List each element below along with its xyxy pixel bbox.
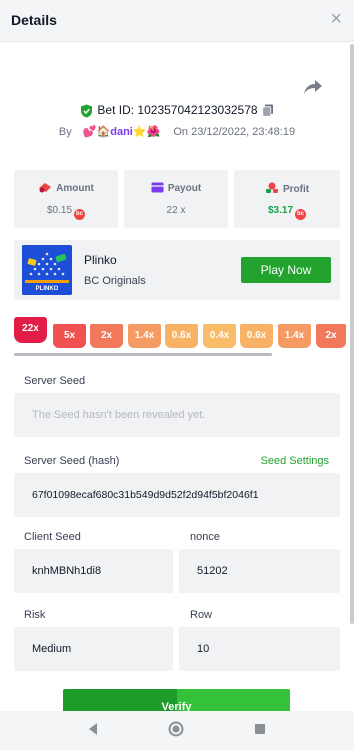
details-header: Details ×: [0, 0, 354, 42]
stat-amount-label: Amount: [14, 182, 118, 194]
profit-icon: [265, 182, 278, 193]
home-icon[interactable]: [168, 721, 184, 737]
multiplier-slot-5: 0.4x: [203, 324, 236, 348]
details-title: Details: [11, 12, 57, 28]
stat-amount: Amount $0.15 bc: [14, 170, 118, 228]
username-decor-left: 💕🏠: [82, 126, 111, 138]
multiplier-slot-7: 1.4x: [278, 324, 311, 348]
stat-profit-label: Profit: [234, 182, 340, 195]
server-seed-hash-field[interactable]: 67f01098ecaf680c31b549d9d52f2d94f5bf2046…: [14, 473, 340, 517]
username-text: dani: [110, 126, 133, 138]
copy-icon[interactable]: [261, 104, 274, 118]
row-label: Row: [190, 609, 213, 621]
play-now-button[interactable]: Play Now: [241, 257, 331, 283]
game-name: Plinko: [84, 253, 117, 267]
bet-datetime: 23/12/2022, 23:48:19: [191, 126, 296, 138]
bet-id-line: Bet ID: 102357042123032578: [0, 103, 354, 118]
close-icon[interactable]: ×: [330, 8, 342, 30]
stat-profit: Profit $3.17 bc: [234, 170, 340, 228]
game-card: PLINKO Plinko BC Originals Play Now: [14, 240, 340, 300]
nonce-label: nonce: [190, 531, 220, 543]
stat-payout: Payout 22 x: [124, 170, 228, 228]
multiplier-slot-0: 22x: [14, 317, 47, 343]
row-field[interactable]: 10: [179, 627, 340, 671]
coin-icon: bc: [74, 209, 86, 220]
client-seed-field[interactable]: knhMBNh1di8: [14, 549, 173, 593]
server-seed-field: The Seed hasn't been revealed yet.: [14, 393, 340, 437]
multiplier-slot-2: 2x: [90, 324, 123, 348]
system-nav-bar: [0, 711, 354, 750]
risk-label: Risk: [24, 609, 46, 621]
seed-settings-link[interactable]: Seed Settings: [261, 455, 330, 467]
server-seed-label: Server Seed: [24, 375, 86, 387]
multiplier-slot-3: 1.4x: [128, 324, 161, 348]
plinko-thumbnail[interactable]: PLINKO: [22, 245, 72, 295]
share-icon[interactable]: [303, 78, 323, 96]
bet-details-panel: Details × Bet ID: 102357042123032578 By …: [0, 0, 354, 750]
recents-icon[interactable]: [254, 723, 266, 735]
multiplier-slot-1: 5x: [53, 324, 86, 348]
stat-payout-value: 22 x: [166, 205, 186, 216]
game-provider: BC Originals: [84, 275, 146, 287]
verify-button[interactable]: Verify: [63, 689, 290, 713]
username-decor-right: ⭐🌺: [132, 126, 161, 138]
bet-byline: By 💕🏠dani⭐🌺 On 23/12/2022, 23:48:19: [0, 125, 354, 138]
username[interactable]: 💕🏠dani⭐🌺: [83, 126, 160, 138]
stat-amount-value: $0.15 bc: [14, 205, 118, 220]
shield-check-icon: [81, 104, 93, 118]
payout-icon: [151, 182, 164, 193]
bet-id: Bet ID: 102357042123032578: [97, 103, 258, 117]
multiplier-slot-4: 0.6x: [165, 324, 198, 348]
on-label: On: [173, 126, 189, 138]
thumb-label: PLINKO: [35, 286, 59, 292]
back-icon[interactable]: [87, 722, 99, 736]
client-seed-label: Client Seed: [24, 531, 81, 543]
by-label: By: [58, 126, 72, 138]
stat-payout-label: Payout: [124, 182, 228, 194]
server-seed-hash-label: Server Seed (hash): [24, 455, 120, 467]
multiplier-slot-8: 2x: [316, 324, 346, 348]
nonce-field[interactable]: 51202: [179, 549, 340, 593]
multiplier-scrollbar[interactable]: [14, 353, 272, 356]
amount-icon: [39, 183, 52, 193]
risk-field[interactable]: Medium: [14, 627, 173, 671]
stat-profit-value: $3.17 bc: [234, 205, 340, 220]
multiplier-slot-6: 0.6x: [240, 324, 273, 348]
coin-icon: bc: [295, 209, 307, 220]
